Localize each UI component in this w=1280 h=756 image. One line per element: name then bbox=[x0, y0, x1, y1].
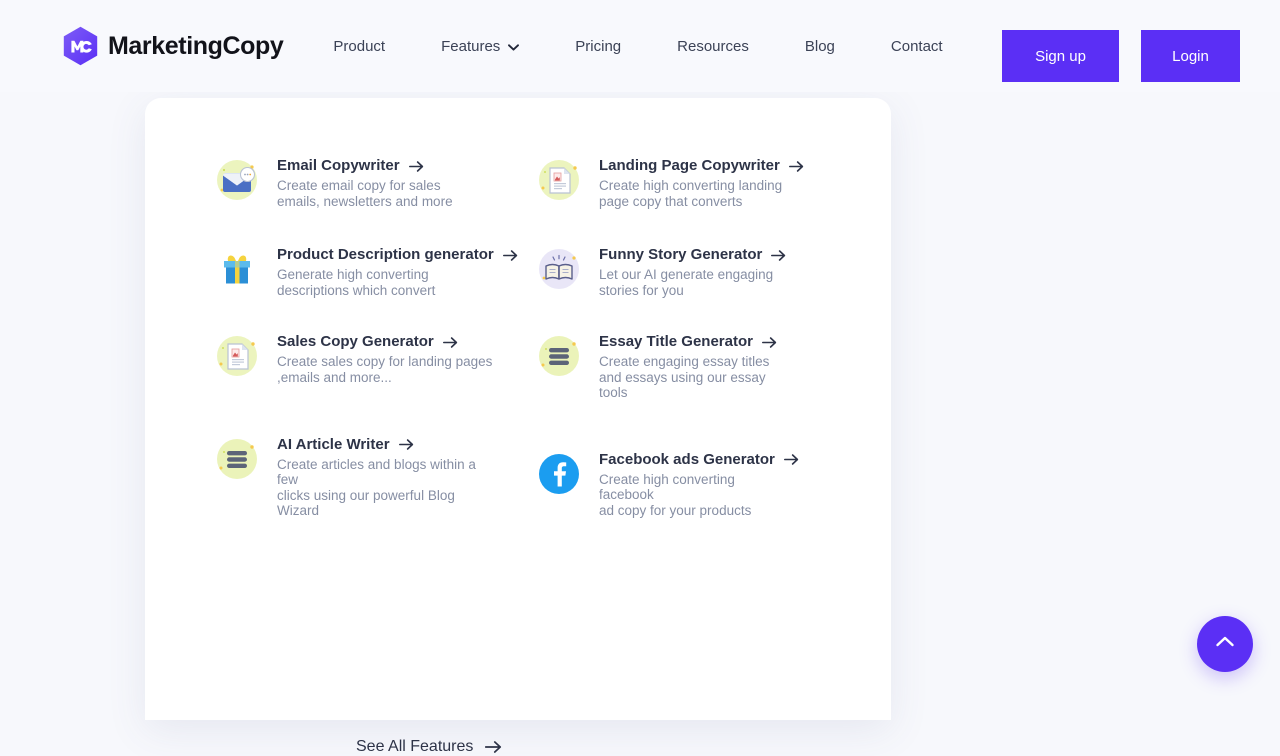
feature-description: Generate high converting descriptions wh… bbox=[277, 267, 518, 298]
feature-text: AI Article Writer Create articles and bl… bbox=[263, 433, 476, 519]
nav-item-label: Pricing bbox=[575, 38, 621, 55]
feature-item-product-description-generator[interactable]: Product Description generator Generate h… bbox=[211, 243, 533, 298]
feature-text: Funny Story Generator Let our AI generat… bbox=[585, 243, 786, 298]
arrow-right-icon bbox=[789, 160, 804, 173]
arrow-right-icon bbox=[762, 336, 777, 349]
nav-item-product[interactable]: Product bbox=[333, 38, 385, 55]
open-book-icon bbox=[533, 243, 585, 295]
nav-item-contact[interactable]: Contact bbox=[891, 38, 943, 55]
main-navigation: Product Features Pricing Resources Blog … bbox=[333, 38, 942, 55]
feature-text: Landing Page Copywriter Create high conv… bbox=[585, 154, 804, 209]
feature-title: AI Article Writer bbox=[277, 436, 390, 454]
feature-title-row: Product Description generator bbox=[277, 246, 518, 264]
feature-text: Facebook ads Generator Create high conve… bbox=[585, 448, 799, 519]
feature-title: Essay Title Generator bbox=[599, 333, 753, 351]
feature-title: Product Description generator bbox=[277, 246, 494, 264]
arrow-right-icon bbox=[771, 249, 786, 262]
text-lines-icon bbox=[211, 433, 263, 485]
features-row: AI Article Writer Create articles and bl… bbox=[211, 433, 851, 519]
feature-item-landing-page-copywriter[interactable]: Landing Page Copywriter Create high conv… bbox=[533, 154, 851, 209]
brand-logo[interactable]: MarketingCopy bbox=[62, 26, 283, 67]
feature-item-facebook-ads-generator[interactable]: Facebook ads Generator Create high conve… bbox=[533, 448, 851, 519]
document-page-icon bbox=[533, 154, 585, 206]
chevron-down-icon bbox=[508, 42, 519, 51]
feature-title-row: AI Article Writer bbox=[277, 436, 476, 454]
feature-item-funny-story-generator[interactable]: Funny Story Generator Let our AI generat… bbox=[533, 243, 851, 298]
arrow-right-icon bbox=[784, 453, 799, 466]
feature-item-sales-copy-generator[interactable]: Sales Copy Generator Create sales copy f… bbox=[211, 330, 533, 401]
nav-item-label: Blog bbox=[805, 38, 835, 55]
feature-item-ai-article-writer[interactable]: AI Article Writer Create articles and bl… bbox=[211, 433, 533, 519]
feature-description: Create engaging essay titles and essays … bbox=[599, 354, 777, 401]
login-button[interactable]: Login bbox=[1141, 30, 1240, 82]
feature-description: Create sales copy for landing pages ,ema… bbox=[277, 354, 492, 385]
arrow-right-icon bbox=[503, 249, 518, 262]
feature-title-row: Landing Page Copywriter bbox=[599, 157, 804, 175]
feature-title-row: Email Copywriter bbox=[277, 157, 453, 175]
feature-title-row: Facebook ads Generator bbox=[599, 451, 799, 469]
envelope-icon bbox=[211, 154, 263, 206]
site-header: MarketingCopy Product Features Pricing R… bbox=[0, 0, 1280, 92]
feature-title-row: Funny Story Generator bbox=[599, 246, 786, 264]
features-dropdown-panel: Email Copywriter Create email copy for s… bbox=[145, 98, 891, 720]
feature-description: Let our AI generate engaging stories for… bbox=[599, 267, 786, 298]
features-row: Product Description generator Generate h… bbox=[211, 243, 851, 298]
scroll-to-top-button[interactable] bbox=[1197, 616, 1253, 672]
arrow-right-icon bbox=[399, 438, 414, 451]
feature-item-email-copywriter[interactable]: Email Copywriter Create email copy for s… bbox=[211, 154, 533, 209]
feature-text: Sales Copy Generator Create sales copy f… bbox=[263, 330, 492, 401]
arrow-right-icon bbox=[409, 160, 424, 173]
document-page-icon bbox=[211, 330, 263, 382]
nav-item-features[interactable]: Features bbox=[441, 38, 519, 55]
nav-item-label: Features bbox=[441, 38, 500, 55]
feature-description: Create high converting landing page copy… bbox=[599, 178, 804, 209]
feature-title: Sales Copy Generator bbox=[277, 333, 434, 351]
feature-text: Email Copywriter Create email copy for s… bbox=[263, 154, 453, 209]
feature-description: Create articles and blogs within a few c… bbox=[277, 457, 476, 519]
feature-description: Create high converting facebook ad copy … bbox=[599, 472, 799, 519]
arrow-right-icon bbox=[485, 740, 502, 754]
nav-item-blog[interactable]: Blog bbox=[805, 38, 835, 55]
see-all-features-link[interactable]: See All Features bbox=[356, 738, 502, 756]
nav-item-label: Product bbox=[333, 38, 385, 55]
brand-name: MarketingCopy bbox=[108, 32, 283, 61]
sign-up-button[interactable]: Sign up bbox=[1002, 30, 1119, 82]
features-row: Email Copywriter Create email copy for s… bbox=[211, 154, 851, 209]
feature-text: Product Description generator Generate h… bbox=[263, 243, 518, 298]
auth-buttons: Sign up Login bbox=[1002, 30, 1240, 82]
feature-item-essay-title-generator[interactable]: Essay Title Generator Create engaging es… bbox=[533, 330, 851, 401]
features-grid: Email Copywriter Create email copy for s… bbox=[211, 154, 851, 519]
chevron-up-icon bbox=[1215, 635, 1235, 653]
mc-hexagon-logo-icon bbox=[62, 26, 99, 67]
feature-text: Essay Title Generator Create engaging es… bbox=[585, 330, 777, 401]
arrow-right-icon bbox=[443, 336, 458, 349]
see-all-features-label: See All Features bbox=[356, 738, 473, 756]
gift-box-icon bbox=[211, 243, 263, 295]
facebook-icon bbox=[533, 448, 585, 500]
feature-title-row: Essay Title Generator bbox=[599, 333, 777, 351]
feature-title: Facebook ads Generator bbox=[599, 451, 775, 469]
feature-title: Landing Page Copywriter bbox=[599, 157, 780, 175]
nav-item-resources[interactable]: Resources bbox=[677, 38, 749, 55]
nav-item-pricing[interactable]: Pricing bbox=[575, 38, 621, 55]
feature-title: Funny Story Generator bbox=[599, 246, 762, 264]
text-lines-icon bbox=[533, 330, 585, 382]
features-row: Sales Copy Generator Create sales copy f… bbox=[211, 330, 851, 401]
nav-item-label: Resources bbox=[677, 38, 749, 55]
feature-description: Create email copy for sales emails, news… bbox=[277, 178, 453, 209]
feature-title-row: Sales Copy Generator bbox=[277, 333, 492, 351]
feature-title: Email Copywriter bbox=[277, 157, 400, 175]
nav-item-label: Contact bbox=[891, 38, 943, 55]
